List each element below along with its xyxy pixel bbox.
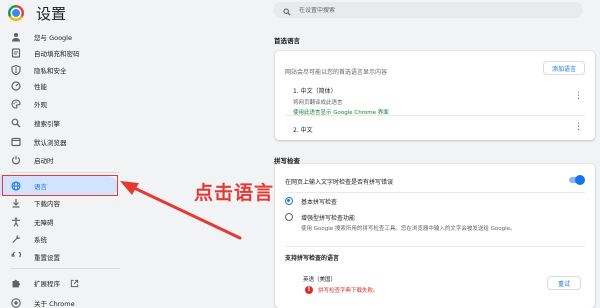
annotation-text: 点击语言 [194, 182, 275, 204]
annotation-arrow [120, 181, 242, 240]
